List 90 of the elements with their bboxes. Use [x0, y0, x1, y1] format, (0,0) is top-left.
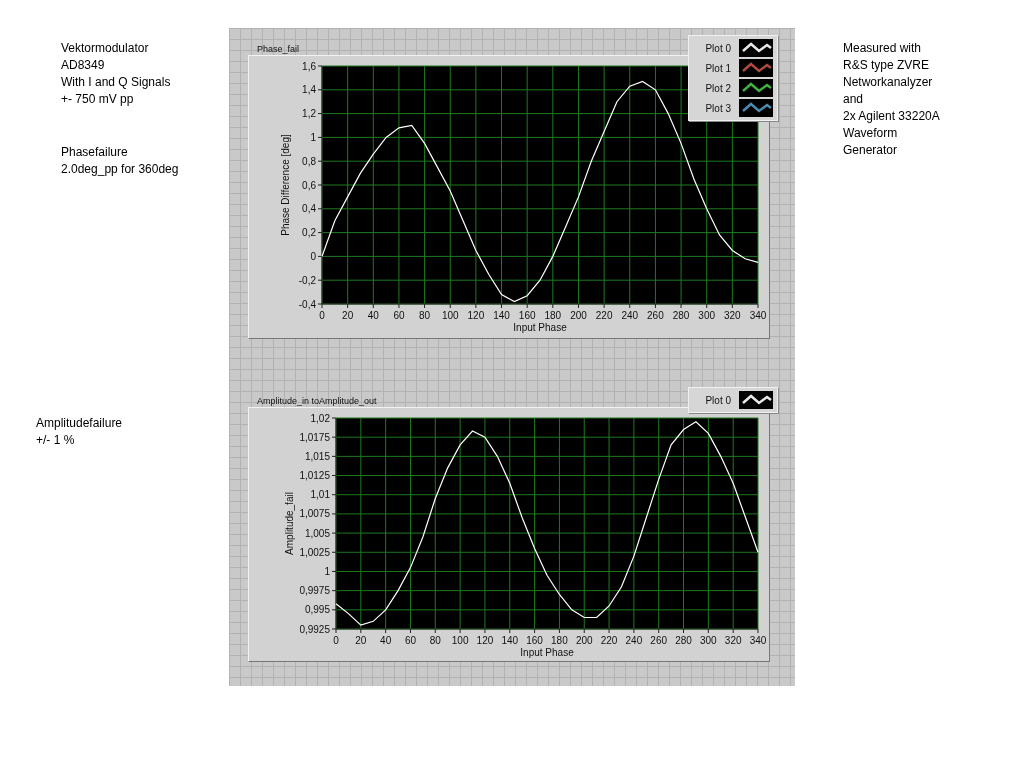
x-tick-label: 40: [367, 310, 379, 321]
x-tick-label: 300: [698, 310, 716, 321]
x-tick-label: 80: [419, 310, 431, 321]
y-tick-label: 0,8: [302, 155, 316, 167]
x-tick-label: 60: [404, 635, 417, 646]
x-tick-label: 240: [621, 310, 639, 321]
x-tick-label: 300: [700, 635, 717, 646]
y-tick-label: -0,4: [298, 298, 316, 310]
x-tick-label: 120: [476, 635, 494, 646]
x-tick-label: 340: [749, 310, 767, 321]
note-text: 2.0deg_pp for 360deg: [61, 161, 179, 178]
x-tick-label: 140: [493, 310, 510, 321]
note-text: Amplitudefailure: [36, 415, 123, 432]
y-axis-title: Phase Difference [deg]: [280, 134, 291, 236]
chart-title: Phase_fail: [257, 44, 300, 55]
x-tick-label: 280: [672, 310, 690, 321]
legend-swatch-icon: [739, 391, 773, 409]
legend-swatch-icon: [739, 99, 773, 117]
y-tick-label: 1,0175: [299, 431, 330, 443]
y-tick-label: 1,005: [304, 527, 330, 539]
y-tick-label: 1,0075: [299, 508, 330, 520]
legend-label: Plot 1: [704, 61, 731, 76]
y-tick-label: 1,015: [304, 450, 330, 462]
x-tick-label: 260: [650, 635, 668, 646]
legend-swatch-icon: [739, 39, 773, 57]
y-tick-label: -0,2: [298, 274, 316, 286]
x-tick-label: 100: [441, 310, 459, 321]
note-text: +/- 1 %: [36, 432, 75, 449]
x-tick-label: 200: [570, 310, 587, 321]
legend-label: Plot 3: [704, 101, 731, 116]
x-tick-label: 220: [595, 310, 613, 321]
x-tick-label: 340: [749, 635, 767, 646]
x-tick-label: 60: [393, 310, 405, 321]
x-tick-label: 180: [544, 310, 562, 321]
y-tick-label: 0,2: [302, 227, 316, 239]
y-tick-label: 1,4: [302, 84, 316, 96]
legend-label: Plot 0: [704, 393, 731, 408]
note-text: 2x Agilent 33220A: [843, 108, 940, 125]
legend-swatch-icon: [739, 79, 773, 97]
x-tick-label: 160: [518, 310, 536, 321]
y-tick-label: 0,995: [304, 604, 330, 616]
y-axis-title: Amplitude_fail: [284, 492, 295, 555]
legend-label: Plot 2: [704, 81, 731, 96]
x-tick-label: 40: [380, 635, 392, 646]
x-tick-label: 220: [600, 635, 618, 646]
y-tick-label: 1,01: [310, 489, 330, 501]
x-tick-label: 100: [451, 635, 469, 646]
y-tick-label: 1: [324, 565, 330, 577]
note-text: and: [843, 91, 864, 108]
x-tick-label: 240: [625, 635, 643, 646]
note-text: +- 750 mV pp: [61, 91, 134, 108]
y-tick-label: 0,6: [302, 179, 316, 191]
x-tick-label: 320: [724, 635, 742, 646]
x-tick-label: 280: [675, 635, 692, 646]
note-text: Phasefailure: [61, 144, 128, 161]
x-tick-label: 0: [333, 635, 339, 646]
x-axis-title: Input Phase: [520, 647, 574, 658]
y-tick-label: 0,4: [302, 203, 316, 215]
x-tick-label: 140: [501, 635, 519, 646]
x-tick-label: 120: [467, 310, 485, 321]
legend-swatch-icon: [739, 59, 773, 77]
note-text: R&S type ZVRE: [843, 57, 930, 74]
x-tick-label: 320: [724, 310, 741, 321]
note-text: Vektormodulator: [61, 40, 149, 57]
note-text: AD8349: [61, 57, 105, 74]
x-axis-title: Input Phase: [513, 322, 567, 333]
note-text: Generator: [843, 142, 898, 159]
chart-title: Amplitude_in toAmplitude_out: [257, 396, 377, 407]
y-tick-label: 1,0125: [299, 470, 330, 482]
x-tick-label: 80: [429, 635, 441, 646]
x-tick-label: 20: [342, 310, 354, 321]
y-tick-label: 0,9975: [299, 585, 330, 597]
x-tick-label: 180: [551, 635, 568, 646]
y-tick-label: 1: [310, 131, 316, 143]
note-text: Measured with: [843, 40, 922, 57]
x-tick-label: 160: [526, 635, 543, 646]
x-tick-label: 20: [355, 635, 367, 646]
y-tick-label: 1,6: [302, 60, 316, 72]
x-tick-label: 0: [319, 310, 325, 321]
note-text: With I and Q Signals: [61, 74, 171, 91]
y-tick-label: 0,9925: [299, 623, 330, 635]
y-tick-label: 1,0025: [299, 546, 330, 558]
note-text: Waveform: [843, 125, 898, 142]
y-tick-label: 1,02: [310, 412, 330, 424]
x-tick-label: 260: [647, 310, 664, 321]
y-tick-label: 0: [310, 250, 316, 262]
y-tick-label: 1,2: [302, 108, 316, 120]
legend-label: Plot 0: [704, 41, 731, 56]
note-text: Networkanalyzer: [843, 74, 933, 91]
x-tick-label: 200: [575, 635, 593, 646]
